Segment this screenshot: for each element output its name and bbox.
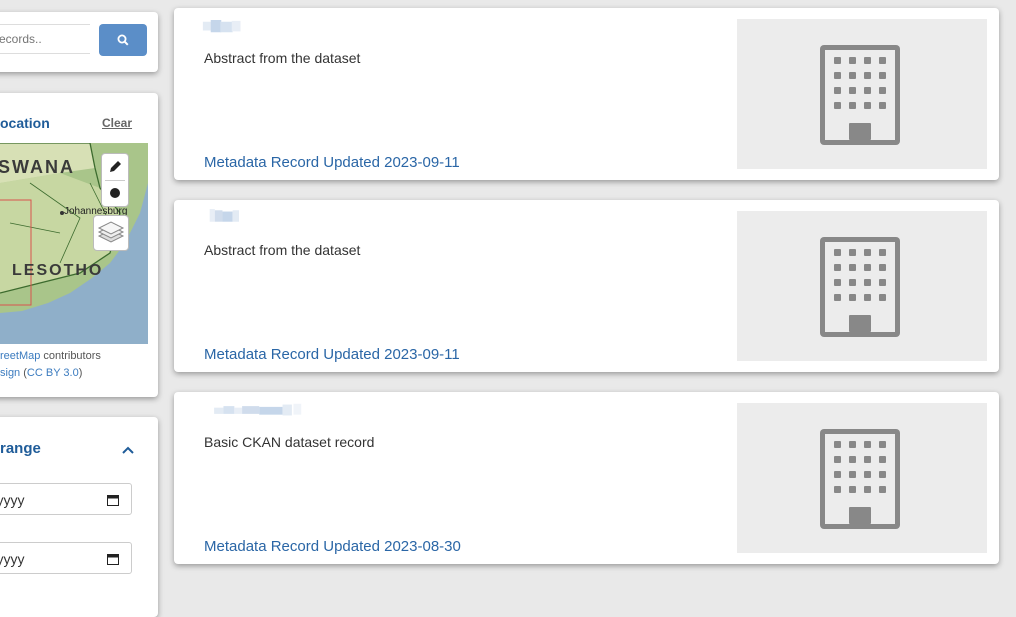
record-card[interactable]: Abstract from the dataset Metadata Recor…: [174, 200, 999, 372]
record-updated-link[interactable]: Metadata Record Updated 2023-09-11: [204, 346, 460, 363]
map-view[interactable]: SWANA Johannesburg LESOTHO: [0, 143, 148, 344]
end-date-value: m/yyyy: [0, 551, 25, 567]
start-date-value: m/yyyy: [0, 492, 25, 508]
record-card[interactable]: Abstract from the dataset Metadata Recor…: [174, 8, 999, 180]
search-icon: [117, 34, 129, 46]
record-updated-link[interactable]: Metadata Record Updated 2023-09-11: [204, 154, 460, 171]
record-abstract: Basic CKAN dataset record: [204, 434, 375, 450]
record-thumbnail[interactable]: [737, 19, 987, 169]
record-title-redacted: [214, 403, 302, 416]
record-title-redacted: [202, 20, 241, 33]
map-attribution: reetMap contributors sign (CC BY 3.0): [0, 348, 101, 382]
search-panel: [0, 12, 158, 72]
record-title-redacted: [209, 209, 239, 222]
location-filter-panel: ocation Clear SWANA Johannesburg LESOTHO: [0, 93, 158, 397]
building-icon: [820, 237, 900, 337]
attribution-open-paren: (: [20, 367, 27, 379]
date-range-title: range: [0, 440, 41, 457]
map-label-country-south: LESOTHO: [12, 262, 103, 279]
map-label-country-north: SWANA: [0, 157, 75, 177]
record-abstract: Abstract from the dataset: [204, 242, 361, 258]
license-link[interactable]: CC BY 3.0: [27, 367, 79, 379]
calendar-icon[interactable]: [107, 553, 119, 565]
building-icon: [820, 45, 900, 145]
map-draw-controls: [101, 153, 129, 207]
end-date-input[interactable]: m/yyyy: [0, 542, 132, 574]
osm-link[interactable]: reetMap: [0, 350, 40, 362]
record-thumbnail[interactable]: [737, 211, 987, 361]
search-button[interactable]: [99, 24, 147, 56]
layers-button[interactable]: [93, 215, 129, 251]
pencil-icon[interactable]: [102, 154, 128, 180]
design-link[interactable]: sign: [0, 367, 20, 379]
point-marker-icon[interactable]: [102, 180, 128, 206]
record-abstract: Abstract from the dataset: [204, 50, 361, 66]
building-icon: [820, 429, 900, 529]
record-card[interactable]: Basic CKAN dataset record Metadata Recor…: [174, 392, 999, 564]
chevron-up-icon[interactable]: [122, 446, 134, 454]
calendar-icon[interactable]: [107, 494, 119, 506]
record-thumbnail[interactable]: [737, 403, 987, 553]
location-filter-title: ocation: [0, 115, 50, 131]
attribution-close-paren: ): [78, 367, 83, 379]
layers-icon: [97, 221, 125, 243]
attribution-text: contributors: [40, 350, 101, 362]
search-input[interactable]: [0, 24, 90, 54]
date-range-panel: range m/yyyy m/yyyy: [0, 417, 158, 617]
clear-location-link[interactable]: Clear: [102, 116, 132, 130]
start-date-input[interactable]: m/yyyy: [0, 483, 132, 515]
record-updated-link[interactable]: Metadata Record Updated 2023-08-30: [204, 538, 461, 555]
